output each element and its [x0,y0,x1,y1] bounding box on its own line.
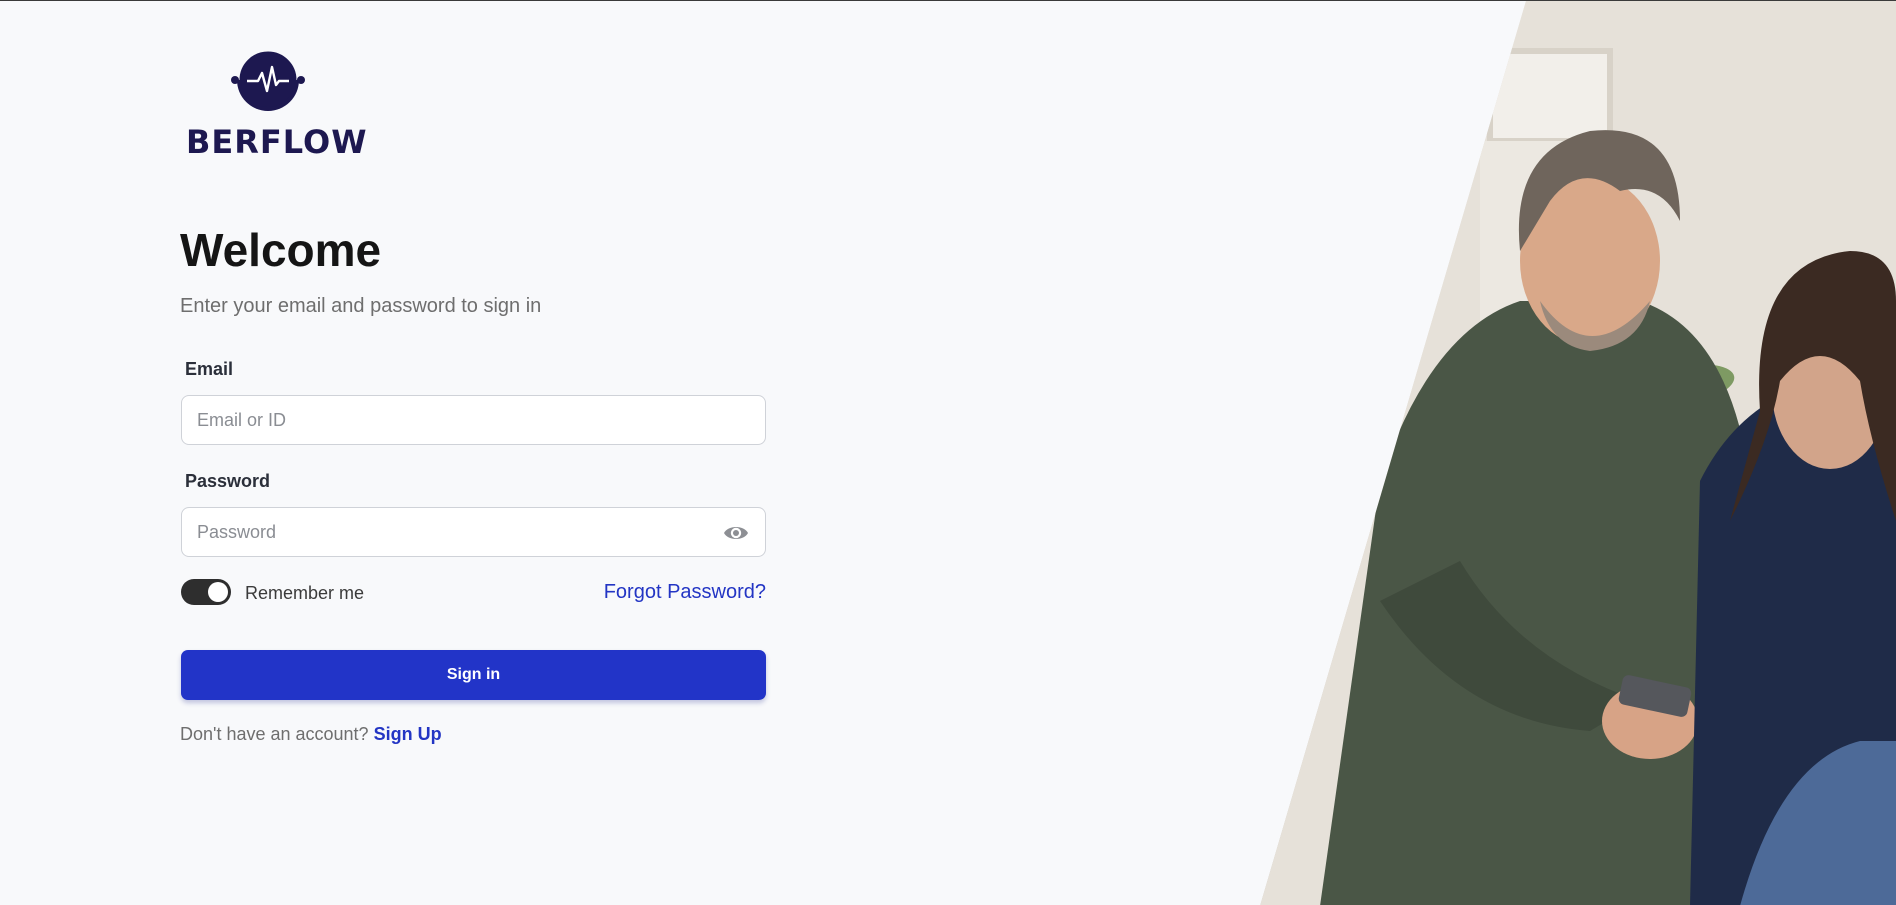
page-subtitle: Enter your email and password to sign in [180,295,542,317]
email-label: Email [185,359,234,379]
password-label: Password [185,471,271,491]
brand-logo: BERFLOW [186,41,367,161]
sign-in-button[interactable]: Sign in [181,650,766,700]
hero-illustration [1260,1,1896,905]
email-field[interactable] [182,396,765,444]
password-field[interactable] [182,508,765,556]
remember-me-label: Remember me [245,583,365,603]
brand-name: BERFLOW [186,123,368,161]
password-field-wrapper [181,507,766,557]
page-title: Welcome [180,224,382,276]
signup-row: Don't have an account? Sign Up [180,724,442,745]
remember-me-toggle[interactable] [181,579,231,605]
forgot-password-link[interactable]: Forgot Password? [604,581,766,604]
eye-icon[interactable] [723,521,749,545]
toggle-knob [208,582,228,602]
couple-using-phone-photo [1260,1,1896,905]
sign-up-link[interactable]: Sign Up [374,724,442,744]
signup-prompt: Don't have an account? [180,724,369,744]
email-field-wrapper [181,395,766,445]
pulse-circle-icon [231,48,305,111]
